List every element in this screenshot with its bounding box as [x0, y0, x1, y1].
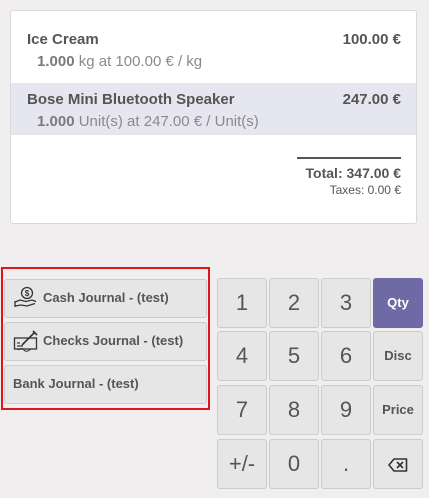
payment-method-cash[interactable]: $ Cash Journal - (test)	[4, 279, 207, 318]
numpad-key-3[interactable]: 3	[321, 278, 371, 328]
order-line-ice-cream[interactable]: Ice Cream 100.00 € 1.000 kg at 100.00 € …	[11, 23, 416, 75]
numpad-mode-qty[interactable]: Qty	[373, 278, 423, 328]
backspace-icon	[388, 451, 408, 476]
order-line-quantity: 1.000	[37, 113, 75, 130]
numpad-mode-price[interactable]: Price	[373, 385, 423, 435]
order-line-name: Bose Mini Bluetooth Speaker	[27, 91, 235, 108]
numpad-key-7[interactable]: 7	[217, 385, 267, 435]
numpad-key-9[interactable]: 9	[321, 385, 371, 435]
numpad-key-plus-minus[interactable]: +/-	[217, 439, 267, 489]
numpad-backspace-button[interactable]	[373, 439, 423, 489]
numpad-key-decimal[interactable]: .	[321, 439, 371, 489]
numpad-key-4[interactable]: 4	[217, 331, 267, 381]
order-taxes: Taxes: 0.00 €	[329, 183, 401, 197]
numpad-key-5[interactable]: 5	[269, 331, 319, 381]
check-icon	[13, 329, 39, 353]
payment-method-label: Checks Journal - (test)	[43, 333, 184, 348]
order-line-info: 1.000 Unit(s) at 247.00 € / Unit(s)	[37, 113, 259, 130]
order-panel: Ice Cream 100.00 € 1.000 kg at 100.00 € …	[10, 10, 417, 224]
numpad-key-0[interactable]: 0	[269, 439, 319, 489]
cash-icon: $	[13, 286, 39, 310]
order-line-quantity: 1.000	[37, 53, 75, 70]
numpad-mode-disc[interactable]: Disc	[373, 331, 423, 381]
order-line-name: Ice Cream	[27, 31, 99, 48]
payment-method-label: Cash Journal - (test)	[43, 290, 169, 305]
payment-method-label: Bank Journal - (test)	[13, 376, 139, 391]
order-line-bose-speaker[interactable]: Bose Mini Bluetooth Speaker 247.00 € 1.0…	[11, 83, 416, 135]
payment-methods: $ Cash Journal - (test) Checks Journal -…	[1, 267, 210, 410]
numpad-key-2[interactable]: 2	[269, 278, 319, 328]
order-line-unit-info: kg at 100.00 € / kg	[78, 53, 203, 70]
numpad-key-1[interactable]: 1	[217, 278, 267, 328]
numpad-key-6[interactable]: 6	[321, 331, 371, 381]
order-line-price: 247.00 €	[342, 91, 401, 108]
order-total: Total: 347.00 €	[305, 165, 401, 181]
order-line-price: 100.00 €	[342, 31, 401, 48]
payment-method-checks[interactable]: Checks Journal - (test)	[4, 322, 207, 361]
svg-text:$: $	[25, 289, 30, 298]
order-summary: Total: 347.00 € Taxes: 0.00 €	[297, 157, 401, 197]
order-line-info: 1.000 kg at 100.00 € / kg	[37, 53, 202, 70]
numpad-key-8[interactable]: 8	[269, 385, 319, 435]
payment-method-bank[interactable]: Bank Journal - (test)	[4, 365, 207, 404]
order-line-unit-info: Unit(s) at 247.00 € / Unit(s)	[78, 113, 259, 130]
